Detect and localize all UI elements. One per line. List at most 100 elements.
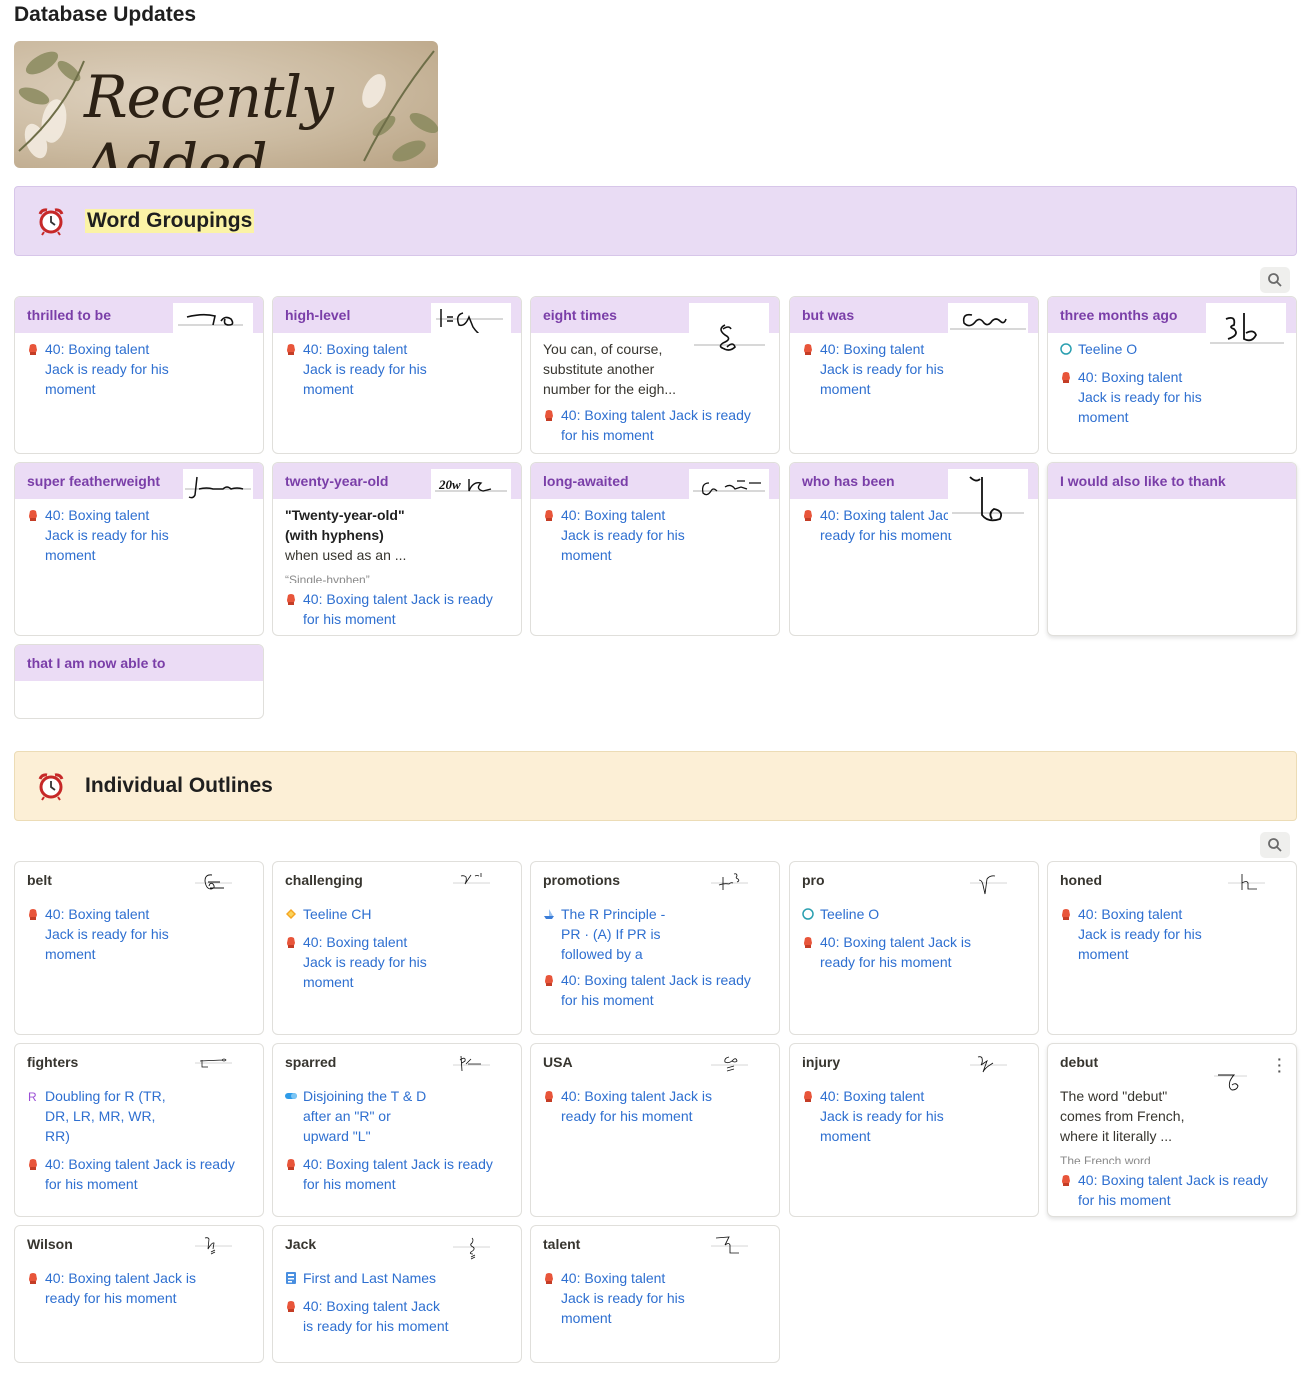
card-title: pro <box>802 872 825 888</box>
outline-card[interactable]: Wilson 40: Boxing talent Jack is ready f… <box>14 1225 264 1363</box>
related-page-link[interactable]: First and Last Names <box>285 1268 509 1288</box>
search-button[interactable] <box>1260 832 1290 858</box>
boxing-glove-icon <box>545 975 553 986</box>
contact-card-icon <box>286 1272 296 1284</box>
shorthand-sketch <box>689 469 769 499</box>
card-title: Jack <box>285 1236 317 1252</box>
outline-card[interactable]: promotions The R Principle - PR · (A) If… <box>530 861 780 1035</box>
related-page-link[interactable]: 40: Boxing talent Jack is ready for his … <box>802 932 1026 972</box>
boxing-glove-icon <box>29 510 37 521</box>
related-page-link[interactable]: 40: Boxing talent Jack is ready for his … <box>543 505 767 565</box>
related-page-link[interactable]: 40: Boxing talent Jack is ready for his … <box>1060 367 1284 427</box>
related-page-link[interactable]: 40: Boxing talent Jack is ready for his … <box>802 339 1026 399</box>
word-card[interactable]: thrilled to be 40: Boxing talent Jack is… <box>14 296 264 454</box>
card-title: eight times <box>543 307 617 323</box>
related-page-link[interactable]: The R Principle - PR · (A) If PR is foll… <box>543 904 767 964</box>
search-icon <box>1268 838 1282 852</box>
shorthand-sketch <box>948 469 1028 533</box>
page-title: Database Updates <box>14 3 197 26</box>
shorthand-sketch <box>689 303 769 359</box>
circle-o-icon <box>1060 343 1072 355</box>
related-page-link[interactable]: Doubling for R (TR, DR, LR, MR, WR, RR) <box>27 1086 251 1146</box>
card-title: that I am now able to <box>27 655 166 671</box>
related-page-link[interactable]: Disjoining the T & D after an "R" or upw… <box>285 1086 509 1146</box>
outline-card[interactable]: debut · · · The word "debut" comes from Fr… <box>1047 1043 1297 1217</box>
alarm-clock-icon <box>38 208 64 236</box>
outline-card[interactable]: USA 40: Boxing talent Jack is ready for … <box>530 1043 780 1217</box>
word-card[interactable]: eight times You can, of course, substitu… <box>530 296 780 454</box>
word-card[interactable]: twenty-year-old 20w "Twenty-year-old" (w… <box>272 462 522 636</box>
boxing-glove-icon <box>545 410 553 421</box>
boxing-glove-icon <box>29 909 37 920</box>
outline-card[interactable]: honed 40: Boxing talent Jack is ready fo… <box>1047 861 1297 1035</box>
more-options-icon[interactable]: · · · <box>1277 1052 1282 1078</box>
card-title: Wilson <box>27 1236 73 1252</box>
outline-card[interactable]: belt 40: Boxing talent Jack is ready for… <box>14 861 264 1035</box>
diamond-icon <box>286 909 296 919</box>
related-page-link[interactable]: 40: Boxing talent Jack is ready for his … <box>27 1154 251 1194</box>
banner-text: Recently Added <box>84 63 334 168</box>
related-page-link[interactable]: 40: Boxing talent Jack is ready for his … <box>543 1268 767 1328</box>
outline-card[interactable]: pro Teeline O 40: Boxing talent Jack is … <box>789 861 1039 1035</box>
outline-card[interactable]: injury 40: Boxing talent Jack is ready f… <box>789 1043 1039 1217</box>
word-card[interactable]: but was 40: Boxing talent Jack is ready … <box>789 296 1039 454</box>
related-page-link[interactable]: Teeline CH <box>285 904 509 924</box>
related-page-link[interactable]: 40: Boxing talent Jack is ready for his … <box>1060 904 1284 964</box>
related-page-link[interactable]: 40: Boxing talent Jack is ready for his … <box>285 1154 509 1194</box>
boxing-glove-icon <box>287 594 295 605</box>
card-title: fighters <box>27 1054 79 1070</box>
outline-card[interactable]: sparred Disjoining the T & D after an "R… <box>272 1043 522 1217</box>
word-card[interactable]: who has been 40: Boxing talent Jack is r… <box>789 462 1039 636</box>
word-card[interactable]: that I am now able to <box>14 644 264 719</box>
related-page-link[interactable]: 40: Boxing talent Jack is ready for his … <box>1060 1170 1284 1210</box>
card-title: super featherweight <box>27 473 161 489</box>
search-button[interactable] <box>1260 267 1290 293</box>
word-card[interactable]: three months ago Teeline O 40: Boxing ta… <box>1047 296 1297 454</box>
word-card[interactable]: I would also like to thank <box>1047 462 1297 636</box>
shorthand-sketch <box>173 303 253 333</box>
related-page-link[interactable]: 40: Boxing talent Jack is ready for his … <box>285 1296 509 1336</box>
related-page-link[interactable]: 40: Boxing talent Jack is ready for his … <box>285 589 509 629</box>
pill-icon <box>285 1093 297 1099</box>
related-page-link[interactable]: 40: Boxing talent Jack is ready for his … <box>543 970 767 1010</box>
word-card[interactable]: high-level 40: Boxing talent Jack is rea… <box>272 296 522 454</box>
related-page-link[interactable]: 40: Boxing talent Jack is ready for his … <box>27 904 251 964</box>
section-title: Individual Outlines <box>85 774 273 797</box>
shorthand-sketch <box>431 1050 511 1080</box>
card-title: honed <box>1060 872 1102 888</box>
boxing-glove-icon <box>545 1091 553 1102</box>
outline-card[interactable]: talent 40: Boxing talent Jack is ready f… <box>530 1225 780 1363</box>
outline-card[interactable]: Jack First and Last Names 40: Boxing tal… <box>272 1225 522 1363</box>
shorthand-sketch <box>1206 303 1286 351</box>
shorthand-sketch <box>948 868 1028 898</box>
related-page-link[interactable]: 40: Boxing talent Jack is ready for his … <box>802 1086 1026 1146</box>
card-title: challenging <box>285 872 363 888</box>
outline-card[interactable]: challenging Teeline CH 40: Boxing talent… <box>272 861 522 1035</box>
card-snippet: "Twenty-year-old" (with hyphens) when use… <box>285 507 407 563</box>
related-page-link[interactable]: 40: Boxing talent Jack is ready for his … <box>27 505 251 565</box>
boxing-glove-icon <box>287 344 295 355</box>
card-snippet: You can, of course, substitute another n… <box>543 341 677 397</box>
related-page-link[interactable]: 40: Boxing talent Jack is ready for his … <box>27 1268 251 1308</box>
recently-added-banner: Recently Added <box>14 41 438 168</box>
snippet-overflow: The French word <box>1060 1154 1151 1164</box>
card-title: three months ago <box>1060 307 1178 323</box>
related-page-link[interactable]: 40: Boxing talent Jack is ready for his … <box>285 932 509 992</box>
shorthand-sketch <box>1192 1070 1272 1100</box>
card-title: sparred <box>285 1054 337 1070</box>
shorthand-sketch <box>183 469 253 499</box>
card-title: but was <box>802 307 855 323</box>
boxing-glove-icon <box>545 1273 553 1284</box>
related-page-link[interactable]: 40: Boxing talent Jack is ready for his … <box>543 405 767 445</box>
boxing-glove-icon <box>29 1273 37 1284</box>
shorthand-sketch <box>173 1050 253 1080</box>
related-page-link[interactable]: Teeline O <box>802 904 1026 924</box>
svg-text:20w: 20w <box>438 477 461 492</box>
related-page-link[interactable]: 40: Boxing talent Jack is ready for his … <box>285 339 509 399</box>
outline-card[interactable]: fighters Doubling for R (TR, DR, LR, MR,… <box>14 1043 264 1217</box>
related-page-link[interactable]: 40: Boxing talent Jack is ready for his … <box>543 1086 767 1126</box>
word-card[interactable]: long-awaited 40: Boxing talent Jack is r… <box>530 462 780 636</box>
boxing-glove-icon <box>545 510 553 521</box>
word-card[interactable]: super featherweight 40: Boxing talent Ja… <box>14 462 264 636</box>
related-page-link[interactable]: 40: Boxing talent Jack is ready for his … <box>27 339 251 399</box>
